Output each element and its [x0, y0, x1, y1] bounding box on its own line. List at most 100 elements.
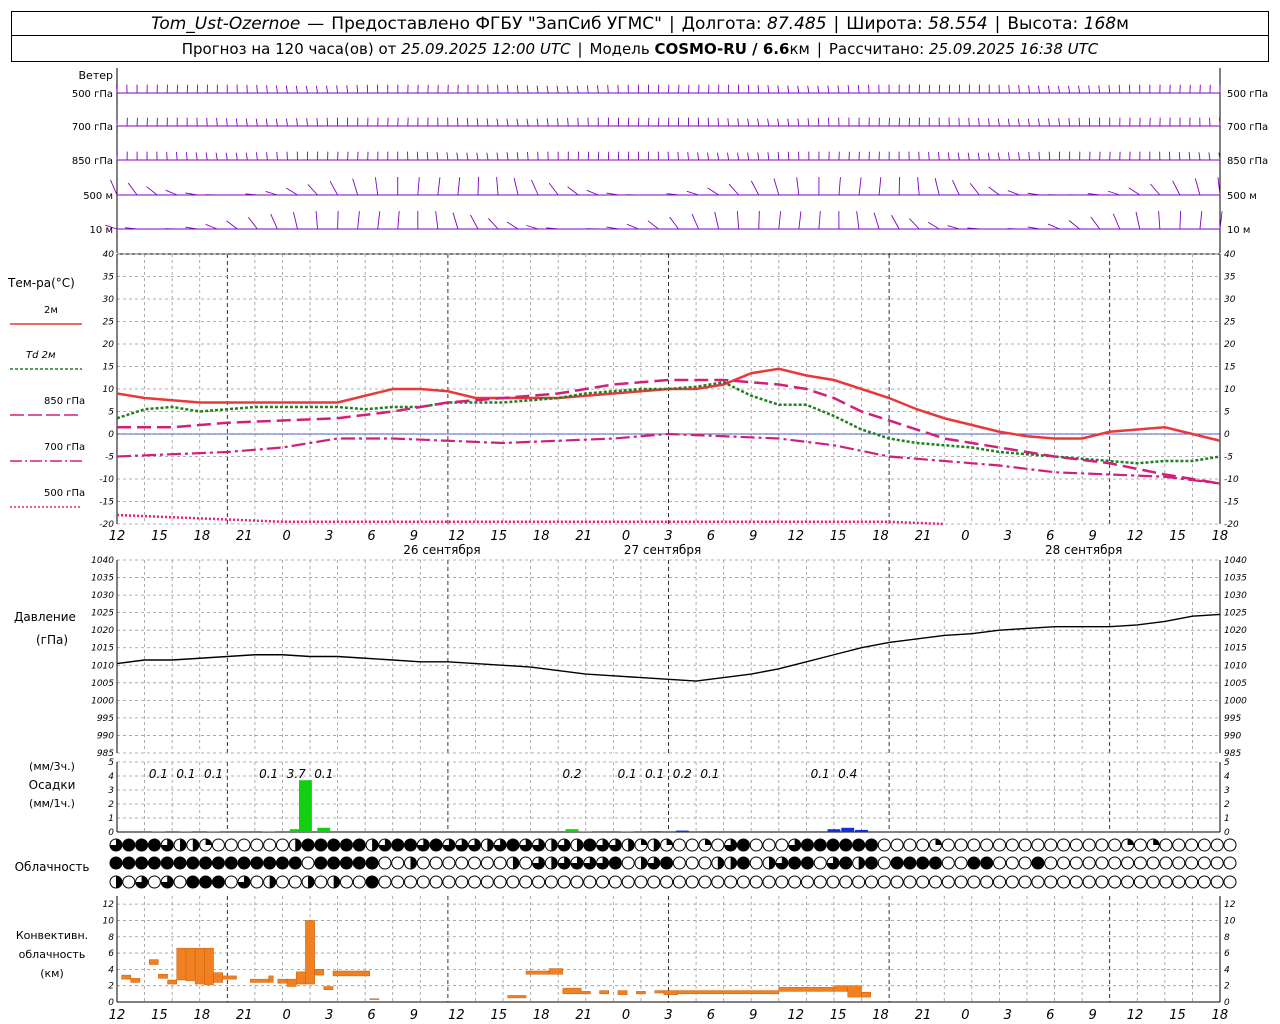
- temp-tick-left: -10: [99, 475, 114, 485]
- conv-hour-label: 0: [622, 1008, 630, 1023]
- cloud-symbol: [1082, 856, 1096, 870]
- cloud-symbol: [275, 875, 289, 889]
- cloud-symbol: [800, 856, 814, 870]
- cloud-symbol: [429, 838, 443, 852]
- cloud-symbol: [877, 875, 891, 889]
- wind-barb: [827, 85, 830, 94]
- wind-barb: [488, 218, 499, 230]
- temp-legend-label: 850 гПа: [44, 396, 85, 407]
- wind-barb: [777, 118, 780, 127]
- wind-barb: [166, 151, 168, 161]
- wind-barb: [206, 117, 208, 127]
- cloud-symbol: [813, 875, 827, 889]
- cloud-symbol: [314, 838, 328, 852]
- wind-barb: [798, 211, 802, 230]
- wind-barb: [526, 151, 529, 161]
- cloud-symbol: [1197, 838, 1211, 852]
- conv-bar: [778, 987, 835, 992]
- cloud-fill: [628, 839, 635, 851]
- temp-hour-label: 0: [283, 529, 291, 544]
- wind-barb: [1018, 152, 1020, 161]
- wind-barb: [967, 152, 970, 161]
- cloud-symbol: [429, 875, 443, 889]
- cloud-symbol: [800, 838, 814, 852]
- cloud-symbol: [1223, 875, 1237, 889]
- precip-tick-left: 2: [108, 800, 114, 810]
- cloud-symbol: [1197, 875, 1211, 889]
- wind-barb: [316, 117, 318, 127]
- wind-barb: [266, 152, 268, 161]
- cloud-symbol: [1069, 875, 1083, 889]
- cloud-symbol: [391, 838, 405, 852]
- wind-barb: [305, 85, 308, 94]
- cloud-symbol: [583, 875, 597, 889]
- cloud-symbol: [1031, 838, 1045, 852]
- conv-tick-left: 6: [108, 949, 114, 959]
- temp-hour-label: 0: [961, 529, 969, 544]
- wind-barb: [457, 177, 461, 196]
- conv-hour-label: 18: [872, 1008, 889, 1023]
- wind-barb: [1118, 84, 1121, 94]
- cloud-symbol: [826, 875, 840, 889]
- wind-barb: [707, 187, 719, 196]
- cloud-symbol: [480, 856, 494, 870]
- precip-tick-left: 4: [108, 772, 114, 782]
- wind-barb: [717, 117, 720, 127]
- precip-bar: [565, 829, 579, 832]
- pressure-tick-right: 1015: [1224, 644, 1247, 654]
- wind-barb: [1179, 211, 1182, 230]
- date-label: 26 сентября: [403, 543, 480, 557]
- wind-barb: [296, 118, 298, 127]
- cloud-fill: [666, 839, 673, 845]
- cloud-symbol: [352, 875, 366, 889]
- precip-tick-left: 3: [108, 786, 114, 796]
- cloud-symbol: [1133, 838, 1147, 852]
- temp-tick-left: 10: [103, 385, 115, 395]
- precip-tick-right: 2: [1224, 800, 1230, 810]
- wind-barb: [1149, 183, 1161, 196]
- wind-barb: [476, 152, 479, 161]
- pressure-tick-right: 1025: [1224, 609, 1247, 619]
- cloud-symbol: [608, 856, 622, 870]
- cloud-symbol: [788, 875, 802, 889]
- wind-barb: [567, 117, 569, 127]
- conv-bar: [617, 990, 628, 995]
- temp-tick-left: 20: [103, 340, 115, 350]
- conv-hour-label: 15: [151, 1008, 168, 1023]
- temp-tick-right: 5: [1224, 408, 1230, 418]
- cloud-symbol: [186, 875, 200, 889]
- wind-barb: [1090, 216, 1101, 230]
- precip-unit-3h: (мм/3ч.): [29, 760, 75, 773]
- temp-hour-label: 12: [448, 529, 465, 544]
- wind-barb: [727, 152, 730, 161]
- conv-hour-label: 9: [410, 1008, 418, 1023]
- wind-barb: [513, 177, 519, 196]
- conv-bar: [121, 974, 132, 980]
- wind-barb: [275, 118, 278, 127]
- cloud-symbol: [1044, 856, 1058, 870]
- cloud-symbol: [826, 838, 840, 852]
- pressure-tick-right: 1005: [1224, 679, 1247, 689]
- precip-title: Осадки: [29, 778, 76, 792]
- wind-barb: [758, 211, 760, 230]
- conv-bar: [847, 985, 862, 998]
- precip-total-label: 0.1: [176, 767, 195, 781]
- wind-barb: [818, 211, 821, 230]
- cloud-symbol: [391, 856, 405, 870]
- wind-barb: [516, 152, 519, 161]
- precip-bar: [703, 831, 717, 832]
- cloud-symbol: [954, 856, 968, 870]
- wind-barb: [677, 151, 679, 161]
- wind-barb: [891, 214, 900, 230]
- wind-barb: [937, 152, 940, 161]
- cloud-symbol: [1133, 875, 1147, 889]
- cloud-symbol: [314, 856, 328, 870]
- cloud-symbol: [685, 838, 699, 852]
- cloud-fill: [1127, 839, 1134, 845]
- date-label: 28 сентября: [1045, 543, 1122, 557]
- cloud-symbol: [1095, 838, 1109, 852]
- temp-tick-left: 0: [108, 430, 114, 440]
- cloud-symbol: [890, 838, 904, 852]
- wind-barb: [1098, 85, 1101, 94]
- cloud-symbol: [480, 875, 494, 889]
